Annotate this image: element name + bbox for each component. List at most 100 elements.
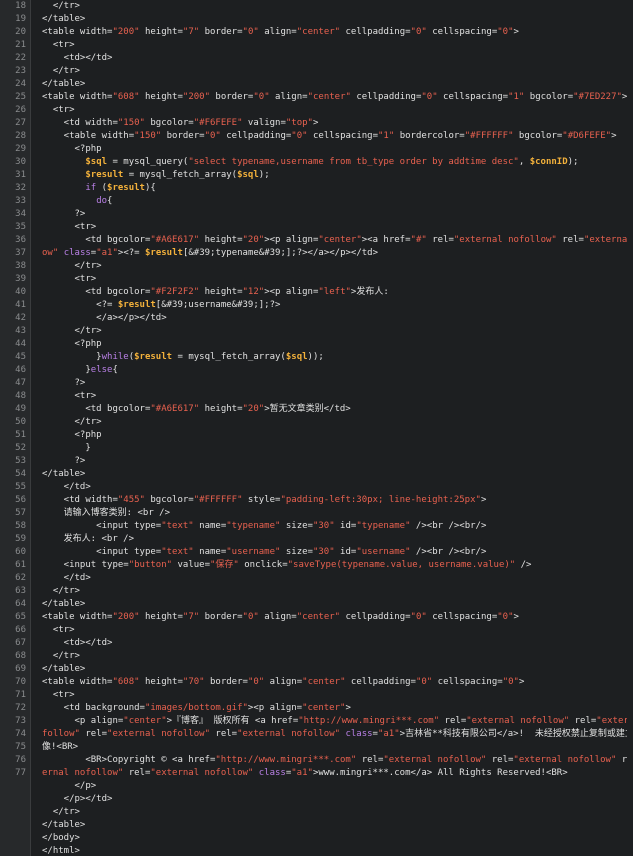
code-line[interactable]: 34 ?> (0, 208, 633, 221)
code-line[interactable]: 41 <?= $result[&#39;username&#39;];?> (0, 299, 633, 312)
code-line[interactable]: 74 follow" rel="external nofollow" rel="e… (0, 728, 633, 741)
code-line[interactable]: 45 }while($result = mysql_fetch_array($s… (0, 351, 633, 364)
code-line[interactable]: 58 <input type="text" name="typename" si… (0, 520, 633, 533)
code-line[interactable]: 22 <td></td> (0, 52, 633, 65)
code-token: "0" (242, 27, 259, 37)
code-token: "a1" (291, 768, 313, 778)
code-line[interactable]: 55 </td> (0, 481, 633, 494)
code-line[interactable]: 76 <BR>Copyright © <a href="http://www.m… (0, 754, 633, 767)
code-token: > (621, 92, 627, 102)
code-line[interactable]: 27 <td width="150" bgcolor="#F6FEFE" val… (0, 117, 633, 130)
code-token: cellspacing= (437, 92, 509, 102)
code-line[interactable]: 70 <table width="608" height="70" border=… (0, 676, 633, 689)
code-line[interactable]: 47 ?> (0, 377, 633, 390)
code-token: rel= (621, 755, 627, 765)
code-token: rel= (123, 768, 151, 778)
code-line[interactable]: 40 <td bgcolor="#F2F2F2" height="12"><p … (0, 286, 633, 299)
code-line[interactable]: 51 <?php (0, 429, 633, 442)
code-line[interactable]: 35 <tr> (0, 221, 633, 234)
code-line[interactable]: </tr> (0, 806, 633, 819)
code-line[interactable]: 72 <td background="images/bottom.gif"><p… (0, 702, 633, 715)
code-token: <table width= (42, 27, 113, 37)
line-code: 请输入博客类别: <br /> (42, 507, 627, 520)
code-line[interactable]: 67 <td></td> (0, 637, 633, 650)
code-line[interactable]: 23 </tr> (0, 65, 633, 78)
code-line[interactable]: 32 if ($result){ (0, 182, 633, 195)
code-line[interactable]: </body> (0, 832, 633, 845)
code-token: "http://www.mingri***.com" (298, 716, 440, 726)
code-line[interactable]: 19 </table> (0, 13, 633, 26)
code-line[interactable]: </p></td> (0, 793, 633, 806)
code-line[interactable]: 71 <tr> (0, 689, 633, 702)
code-token: "top" (285, 118, 313, 128)
code-token: "text" (161, 547, 194, 557)
code-line[interactable]: 69 </table> (0, 663, 633, 676)
code-line[interactable]: 65 <table width="200" height="7" border="… (0, 611, 633, 624)
code-token: >『博客』 版权所有 <a href= (166, 716, 299, 726)
line-number: 24 (15, 79, 26, 89)
code-line[interactable]: 52 } (0, 442, 633, 455)
code-line[interactable]: 44 <?php (0, 338, 633, 351)
code-line[interactable]: 48 <tr> (0, 390, 633, 403)
code-token: <tr> (42, 391, 97, 401)
code-line[interactable]: 39 <tr> (0, 273, 633, 286)
code-line[interactable]: 37 ow" class="a1"><?= $result[&#39;typena… (0, 247, 633, 260)
code-token: /> (515, 560, 532, 570)
code-line[interactable]: </html> (0, 845, 633, 856)
code-token: ><p align= (264, 287, 319, 297)
code-token: rel= (439, 716, 467, 726)
code-line[interactable]: 26 <tr> (0, 104, 633, 117)
line-code: </td> (42, 572, 627, 585)
code-line[interactable]: 21 <tr> (0, 39, 633, 52)
code-token: "username" (226, 547, 281, 557)
code-line[interactable]: 60 <input type="text" name="username" si… (0, 546, 633, 559)
code-line[interactable]: 29 <?php (0, 143, 633, 156)
code-line[interactable]: 25 <table width="608" height="200" border… (0, 91, 633, 104)
code-line[interactable]: 24 </table> (0, 78, 633, 91)
code-line[interactable]: 66 <tr> (0, 624, 633, 637)
code-token: ); (567, 157, 579, 167)
code-line[interactable]: 36 <td bgcolor="#A6E617" height="20"><p … (0, 234, 633, 247)
code-line[interactable]: 49 <td bgcolor="#A6E617" height="20">暂无文… (0, 403, 633, 416)
code-line[interactable]: 64 </table> (0, 598, 633, 611)
code-line[interactable]: </p> (0, 780, 633, 793)
code-token: </table> (42, 820, 86, 830)
code-line[interactable]: 18 </tr> (0, 0, 633, 13)
code-line[interactable]: 62 </td> (0, 572, 633, 585)
line-number: 47 (15, 378, 26, 388)
code-line[interactable]: 61 <input type="button" value="保存" oncli… (0, 559, 633, 572)
code-line[interactable]: 50 </tr> (0, 416, 633, 429)
code-line[interactable]: 20 <table width="200" height="7" border="… (0, 26, 633, 39)
code-line[interactable]: 77 ernal nofollow" rel="external nofollow… (0, 767, 633, 780)
code-line[interactable]: 53 ?> (0, 455, 633, 468)
code-line[interactable]: 42 </a></p></td> (0, 312, 633, 325)
code-line[interactable]: 57 请输入博客类别: <br /> (0, 507, 633, 520)
code-line[interactable]: 31 $result = mysql_fetch_array($sql); (0, 169, 633, 182)
code-token: "保存" (210, 560, 239, 570)
line-number: 66 (15, 625, 26, 635)
code-token: </tr> (42, 1, 80, 11)
code-line[interactable]: 75 像!<BR> (0, 741, 633, 754)
code-line[interactable]: 30 $sql = mysql_query("select typename,u… (0, 156, 633, 169)
code-line[interactable]: 43 </tr> (0, 325, 633, 338)
code-line[interactable]: 33 do{ (0, 195, 633, 208)
code-token: cellspacing= (426, 612, 498, 622)
code-line[interactable]: 59 发布人: <br /> (0, 533, 633, 546)
code-token: <p align= (42, 716, 124, 726)
line-code: </table> (42, 13, 627, 26)
code-line[interactable]: 28 <table width="150" border="0" cellpad… (0, 130, 633, 143)
code-line[interactable]: 63 </tr> (0, 585, 633, 598)
line-code: <td bgcolor="#A6E617" height="20"><p ali… (42, 234, 627, 247)
code-line[interactable]: 46 }else{ (0, 364, 633, 377)
code-token: "7" (182, 27, 200, 37)
code-line[interactable]: 68 </tr> (0, 650, 633, 663)
code-token: <tr> (42, 105, 75, 115)
code-line[interactable]: 38 </tr> (0, 260, 633, 273)
code-token: "150" (134, 131, 162, 141)
line-code: </tr> (42, 0, 627, 13)
code-editor[interactable]: 18 </tr> 19 </table> 20 <table width="200" h… (0, 0, 633, 856)
code-line[interactable]: 54 </table> (0, 468, 633, 481)
code-line[interactable]: 56 <td width="455" bgcolor="#FFFFFF" sty… (0, 494, 633, 507)
code-line[interactable]: </table> (0, 819, 633, 832)
code-line[interactable]: 73 <p align="center">『博客』 版权所有 <a href="… (0, 715, 633, 728)
